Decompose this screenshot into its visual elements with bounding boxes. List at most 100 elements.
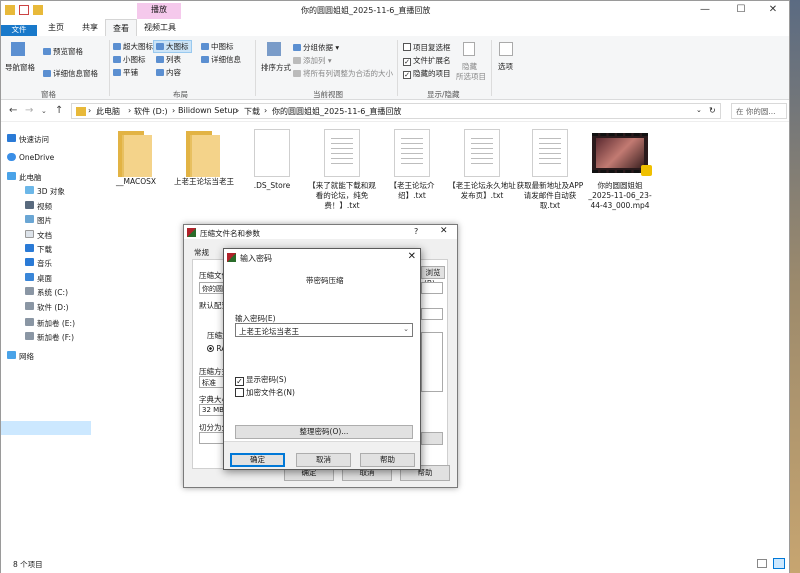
properties-icon[interactable]	[19, 5, 29, 15]
layout-icon	[156, 56, 164, 63]
tab-home[interactable]: 主页	[41, 19, 71, 36]
tab-video-tools[interactable]: 视频工具	[139, 19, 181, 36]
layout-list[interactable]: 列表	[156, 54, 181, 65]
options-button[interactable]: 选项	[498, 61, 513, 72]
nav-pane-icon[interactable]	[11, 42, 25, 56]
sidebar-item-downloads[interactable]: 下载	[25, 244, 52, 255]
add-columns-button[interactable]: 添加列 ▾	[293, 55, 332, 66]
sort-by-button[interactable]: 排序方式	[261, 62, 291, 73]
file-item[interactable]: 【老王论坛永久地址发布页】.txt	[447, 129, 517, 201]
hide-selected-icon[interactable]	[463, 42, 475, 56]
folder-icon[interactable]	[5, 5, 15, 15]
layout-small[interactable]: 小图标	[113, 54, 146, 65]
music-icon	[25, 258, 34, 266]
sidebar-item-drive-f[interactable]: 新加卷 (F:)	[25, 332, 74, 343]
crumb-bilidown[interactable]: Bilidown Setup	[178, 106, 238, 115]
layout-tiles[interactable]: 平铺	[113, 67, 138, 78]
context-tab-play[interactable]: 播放	[137, 3, 181, 19]
update-mode-select[interactable]	[421, 282, 443, 294]
show-password-checkbox[interactable]: ✓ 显示密码(S)	[235, 374, 287, 386]
options-panel	[421, 332, 443, 392]
file-item[interactable]: 上老王论坛当老王	[169, 129, 239, 187]
layout-extra-large[interactable]: 超大图标	[113, 41, 153, 52]
layout-large[interactable]: 大图标	[153, 40, 192, 53]
chevron-down-icon[interactable]: ⌄	[403, 325, 409, 333]
password-help-button[interactable]: 帮助	[360, 453, 415, 467]
layout-details[interactable]: 详细信息	[201, 54, 241, 65]
sidebar-item-quick-access[interactable]: 快速访问	[7, 134, 49, 145]
up-arrow-icon[interactable]: ↑	[55, 105, 63, 116]
file-item[interactable]: 【来了就能下载和观看的论坛，纯免费！】.txt	[307, 129, 377, 211]
sidebar-item-videos[interactable]: 视频	[25, 201, 52, 212]
organize-passwords-button[interactable]: 整理密码(O)...	[235, 425, 413, 439]
large-icons-view-icon[interactable]	[773, 558, 785, 569]
group-by-button[interactable]: 分组依据 ▾	[293, 42, 339, 53]
crumb-this-pc[interactable]: 此电脑	[96, 106, 120, 117]
sidebar-item-onedrive[interactable]: OneDrive	[7, 153, 54, 162]
nav-pane-button[interactable]: 导航窗格	[5, 62, 35, 73]
close-icon[interactable]: ✕	[440, 226, 448, 236]
browse-button[interactable]: 浏览(B)...	[421, 266, 445, 288]
tab-view[interactable]: 查看	[105, 19, 137, 36]
tab-share[interactable]: 共享	[75, 19, 105, 36]
options-icon[interactable]	[499, 42, 513, 56]
layout-group-label: 布局	[173, 90, 188, 99]
sidebar-item-drive-d[interactable]: 软件 (D:)	[25, 302, 69, 313]
set-password-button[interactable]	[421, 432, 443, 445]
recent-dropdown-icon[interactable]: ⌄	[41, 107, 47, 115]
back-arrow-icon[interactable]: ←	[9, 105, 17, 116]
sidebar-item-drive-c[interactable]: 系统 (C:)	[25, 287, 68, 298]
password-dialog-titlebar: 输入密码 ✕	[224, 249, 420, 265]
sidebar-item-music[interactable]: 音乐	[25, 258, 52, 269]
password-input[interactable]: 上老王论坛当老王 ⌄	[235, 323, 413, 337]
crumb-drive-d[interactable]: 软件 (D:)	[134, 106, 168, 117]
file-item[interactable]: 你的圆圆姐姐_2025-11-06_23-44-43_000.mp4	[585, 129, 655, 211]
sidebar-label: 软件 (D:)	[37, 303, 69, 312]
address-box[interactable]: › 此电脑 › 软件 (D:) › Bilidown Setup › 下载 › …	[71, 103, 721, 119]
search-input[interactable]: 在 你的圆...	[731, 103, 787, 119]
crumb-downloads[interactable]: 下载	[244, 106, 260, 117]
hidden-items-toggle[interactable]: ✓ 隐藏的项目	[403, 68, 451, 79]
refresh-icon[interactable]: ↻	[709, 106, 716, 115]
size-columns-button[interactable]: 将所有列调整为合适的大小	[293, 68, 393, 79]
file-extensions-label: 文件扩展名	[413, 56, 451, 65]
sidebar-item-documents[interactable]: 文档	[25, 230, 52, 241]
preview-pane-button[interactable]: 预览窗格	[43, 46, 83, 57]
file-name: .DS_Store	[253, 181, 291, 190]
item-checkboxes-label: 项目复选框	[413, 43, 451, 52]
close-icon[interactable]: ✕	[408, 251, 416, 262]
layout-content[interactable]: 内容	[156, 67, 181, 78]
sidebar-item-network[interactable]: 网络	[7, 351, 34, 362]
new-folder-icon[interactable]	[33, 5, 43, 15]
details-pane-button[interactable]: 详细信息窗格	[43, 68, 98, 79]
file-extensions-toggle[interactable]: ✓ 文件扩展名	[403, 55, 451, 66]
sidebar-item-this-pc[interactable]: 此电脑	[7, 172, 42, 183]
file-item[interactable]: 获取最新地址及APP请发邮件自动获取.txt	[515, 129, 585, 211]
password-ok-button[interactable]: 确定	[230, 453, 285, 467]
sort-icon[interactable]	[267, 42, 281, 56]
encrypt-names-checkbox[interactable]: 加密文件名(N)	[235, 387, 295, 398]
sidebar-selection-highlight	[1, 421, 91, 435]
address-dropdown-icon[interactable]: ⌄	[696, 106, 702, 114]
minimize-button[interactable]: —	[687, 1, 723, 19]
item-checkboxes-toggle[interactable]: 项目复选框	[403, 42, 451, 53]
profile-select[interactable]	[421, 308, 443, 320]
forward-arrow-icon[interactable]: →	[25, 105, 33, 116]
crumb-current-folder[interactable]: 你的圆圆姐姐_2025-11-6_直播回放	[272, 106, 401, 117]
details-view-icon[interactable]	[757, 559, 767, 568]
maximize-button[interactable]: ☐	[723, 1, 759, 19]
sidebar-item-pictures[interactable]: 图片	[25, 215, 52, 226]
file-item[interactable]: 【老王论坛介绍】.txt	[377, 129, 447, 201]
password-cancel-button[interactable]: 取消	[296, 453, 351, 467]
help-icon[interactable]: ?	[414, 227, 418, 236]
close-button[interactable]: ✕	[755, 1, 791, 19]
video-thumbnail-icon	[592, 133, 652, 176]
sidebar-item-desktop[interactable]: 桌面	[25, 273, 52, 284]
sidebar-item-3d-objects[interactable]: 3D 对象	[25, 186, 65, 197]
tab-general[interactable]: 常规	[194, 247, 209, 258]
file-item[interactable]: __MACOSX	[101, 129, 171, 187]
file-item[interactable]: .DS_Store	[237, 129, 307, 191]
sidebar-item-drive-e[interactable]: 新加卷 (E:)	[25, 318, 75, 329]
layout-medium[interactable]: 中图标	[201, 41, 234, 52]
file-name: __MACOSX	[115, 177, 156, 186]
